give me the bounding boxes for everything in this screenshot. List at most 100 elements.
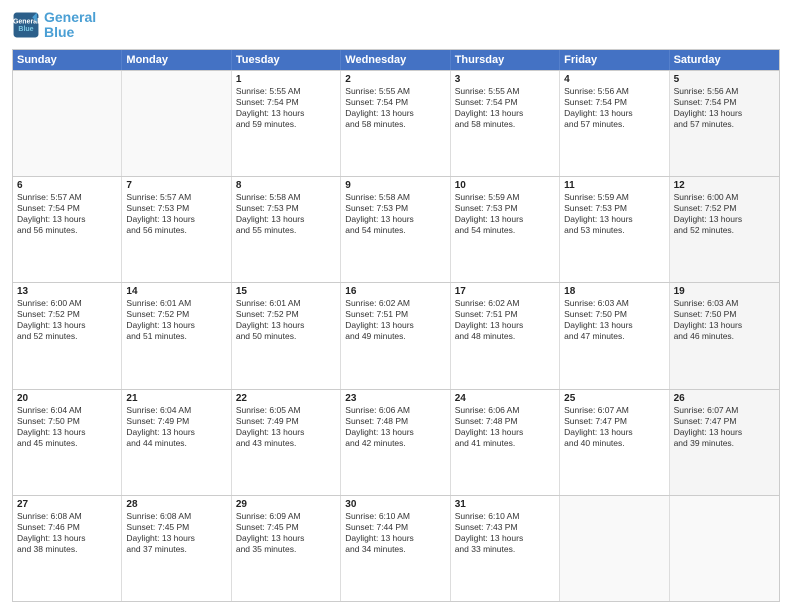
cell-info-line: and 48 minutes.	[455, 331, 555, 342]
cell-info-line: Sunrise: 5:57 AM	[126, 192, 226, 203]
cell-info-line: Sunset: 7:50 PM	[674, 309, 775, 320]
cal-cell: 27Sunrise: 6:08 AMSunset: 7:46 PMDayligh…	[13, 496, 122, 601]
day-number: 4	[564, 74, 664, 85]
cell-info-line: Sunrise: 6:09 AM	[236, 511, 336, 522]
cell-info-line: Sunrise: 6:02 AM	[345, 298, 445, 309]
cell-info-line: and 58 minutes.	[345, 119, 445, 130]
day-number: 11	[564, 180, 664, 191]
day-number: 14	[126, 286, 226, 297]
cell-info-line: Sunrise: 6:04 AM	[126, 405, 226, 416]
cal-cell: 21Sunrise: 6:04 AMSunset: 7:49 PMDayligh…	[122, 390, 231, 495]
cell-info-line: Sunset: 7:54 PM	[455, 97, 555, 108]
cell-info-line: Sunrise: 5:55 AM	[455, 86, 555, 97]
cell-info-line: and 45 minutes.	[17, 438, 117, 449]
day-number: 19	[674, 286, 775, 297]
cell-info-line: Sunrise: 6:07 AM	[674, 405, 775, 416]
cell-info-line: and 34 minutes.	[345, 544, 445, 555]
page-header: General Blue General Blue	[12, 10, 780, 41]
cell-info-line: and 57 minutes.	[564, 119, 664, 130]
header-day-monday: Monday	[122, 50, 231, 70]
cell-info-line: and 58 minutes.	[455, 119, 555, 130]
calendar-row-4: 27Sunrise: 6:08 AMSunset: 7:46 PMDayligh…	[13, 495, 779, 601]
cell-info-line: Sunset: 7:45 PM	[236, 522, 336, 533]
cell-info-line: Sunrise: 5:59 AM	[455, 192, 555, 203]
cell-info-line: Sunset: 7:51 PM	[455, 309, 555, 320]
cell-info-line: Sunset: 7:47 PM	[564, 416, 664, 427]
cell-info-line: and 55 minutes.	[236, 225, 336, 236]
cell-info-line: and 39 minutes.	[674, 438, 775, 449]
day-number: 16	[345, 286, 445, 297]
cell-info-line: and 56 minutes.	[126, 225, 226, 236]
calendar-row-1: 6Sunrise: 5:57 AMSunset: 7:54 PMDaylight…	[13, 176, 779, 282]
cal-cell: 14Sunrise: 6:01 AMSunset: 7:52 PMDayligh…	[122, 283, 231, 388]
cal-cell: 5Sunrise: 5:56 AMSunset: 7:54 PMDaylight…	[670, 71, 779, 176]
cell-info-line: and 54 minutes.	[345, 225, 445, 236]
cal-cell: 3Sunrise: 5:55 AMSunset: 7:54 PMDaylight…	[451, 71, 560, 176]
cell-info-line: Daylight: 13 hours	[455, 427, 555, 438]
cell-info-line: Sunrise: 6:02 AM	[455, 298, 555, 309]
day-number: 31	[455, 499, 555, 510]
calendar-row-2: 13Sunrise: 6:00 AMSunset: 7:52 PMDayligh…	[13, 282, 779, 388]
cell-info-line: and 43 minutes.	[236, 438, 336, 449]
cell-info-line: Daylight: 13 hours	[17, 533, 117, 544]
cell-info-line: Sunrise: 5:58 AM	[345, 192, 445, 203]
cell-info-line: Sunrise: 5:57 AM	[17, 192, 117, 203]
calendar-body: 1Sunrise: 5:55 AMSunset: 7:54 PMDaylight…	[13, 70, 779, 601]
cell-info-line: and 35 minutes.	[236, 544, 336, 555]
cal-cell: 12Sunrise: 6:00 AMSunset: 7:52 PMDayligh…	[670, 177, 779, 282]
page-container: General Blue General Blue SundayMondayTu…	[0, 0, 792, 612]
calendar-row-0: 1Sunrise: 5:55 AMSunset: 7:54 PMDaylight…	[13, 70, 779, 176]
day-number: 22	[236, 393, 336, 404]
cell-info-line: Daylight: 13 hours	[674, 427, 775, 438]
cell-info-line: and 52 minutes.	[17, 331, 117, 342]
cal-cell: 4Sunrise: 5:56 AMSunset: 7:54 PMDaylight…	[560, 71, 669, 176]
day-number: 30	[345, 499, 445, 510]
cell-info-line: Sunset: 7:49 PM	[126, 416, 226, 427]
header-day-sunday: Sunday	[13, 50, 122, 70]
cell-info-line: and 51 minutes.	[126, 331, 226, 342]
cell-info-line: and 57 minutes.	[674, 119, 775, 130]
cell-info-line: Daylight: 13 hours	[236, 108, 336, 119]
cell-info-line: Sunset: 7:54 PM	[674, 97, 775, 108]
cell-info-line: Daylight: 13 hours	[236, 427, 336, 438]
cal-cell: 7Sunrise: 5:57 AMSunset: 7:53 PMDaylight…	[122, 177, 231, 282]
cell-info-line: Sunrise: 6:08 AM	[126, 511, 226, 522]
calendar-row-3: 20Sunrise: 6:04 AMSunset: 7:50 PMDayligh…	[13, 389, 779, 495]
cell-info-line: Sunset: 7:44 PM	[345, 522, 445, 533]
cal-cell: 10Sunrise: 5:59 AMSunset: 7:53 PMDayligh…	[451, 177, 560, 282]
cell-info-line: Sunset: 7:52 PM	[236, 309, 336, 320]
cell-info-line: Sunset: 7:53 PM	[236, 203, 336, 214]
cell-info-line: Sunrise: 6:00 AM	[674, 192, 775, 203]
cell-info-line: and 44 minutes.	[126, 438, 226, 449]
cal-cell	[670, 496, 779, 601]
day-number: 12	[674, 180, 775, 191]
cell-info-line: Sunrise: 6:10 AM	[345, 511, 445, 522]
cell-info-line: Sunset: 7:53 PM	[126, 203, 226, 214]
cell-info-line: Sunrise: 6:10 AM	[455, 511, 555, 522]
cell-info-line: Daylight: 13 hours	[126, 214, 226, 225]
cal-cell	[122, 71, 231, 176]
day-number: 13	[17, 286, 117, 297]
cell-info-line: Sunset: 7:48 PM	[345, 416, 445, 427]
cal-cell: 6Sunrise: 5:57 AMSunset: 7:54 PMDaylight…	[13, 177, 122, 282]
cell-info-line: and 40 minutes.	[564, 438, 664, 449]
cell-info-line: Daylight: 13 hours	[674, 320, 775, 331]
cell-info-line: Daylight: 13 hours	[17, 427, 117, 438]
cell-info-line: Sunset: 7:54 PM	[564, 97, 664, 108]
cell-info-line: and 38 minutes.	[17, 544, 117, 555]
cell-info-line: Daylight: 13 hours	[345, 214, 445, 225]
logo-text: General Blue	[44, 10, 96, 41]
cell-info-line: Daylight: 13 hours	[345, 320, 445, 331]
cell-info-line: and 54 minutes.	[455, 225, 555, 236]
cal-cell: 20Sunrise: 6:04 AMSunset: 7:50 PMDayligh…	[13, 390, 122, 495]
cell-info-line: Sunset: 7:53 PM	[455, 203, 555, 214]
cell-info-line: Daylight: 13 hours	[455, 320, 555, 331]
cell-info-line: and 50 minutes.	[236, 331, 336, 342]
cell-info-line: Sunset: 7:49 PM	[236, 416, 336, 427]
cell-info-line: Daylight: 13 hours	[564, 214, 664, 225]
cell-info-line: and 33 minutes.	[455, 544, 555, 555]
cell-info-line: Sunset: 7:50 PM	[564, 309, 664, 320]
cell-info-line: Daylight: 13 hours	[564, 427, 664, 438]
header-day-saturday: Saturday	[670, 50, 779, 70]
cell-info-line: Daylight: 13 hours	[345, 108, 445, 119]
